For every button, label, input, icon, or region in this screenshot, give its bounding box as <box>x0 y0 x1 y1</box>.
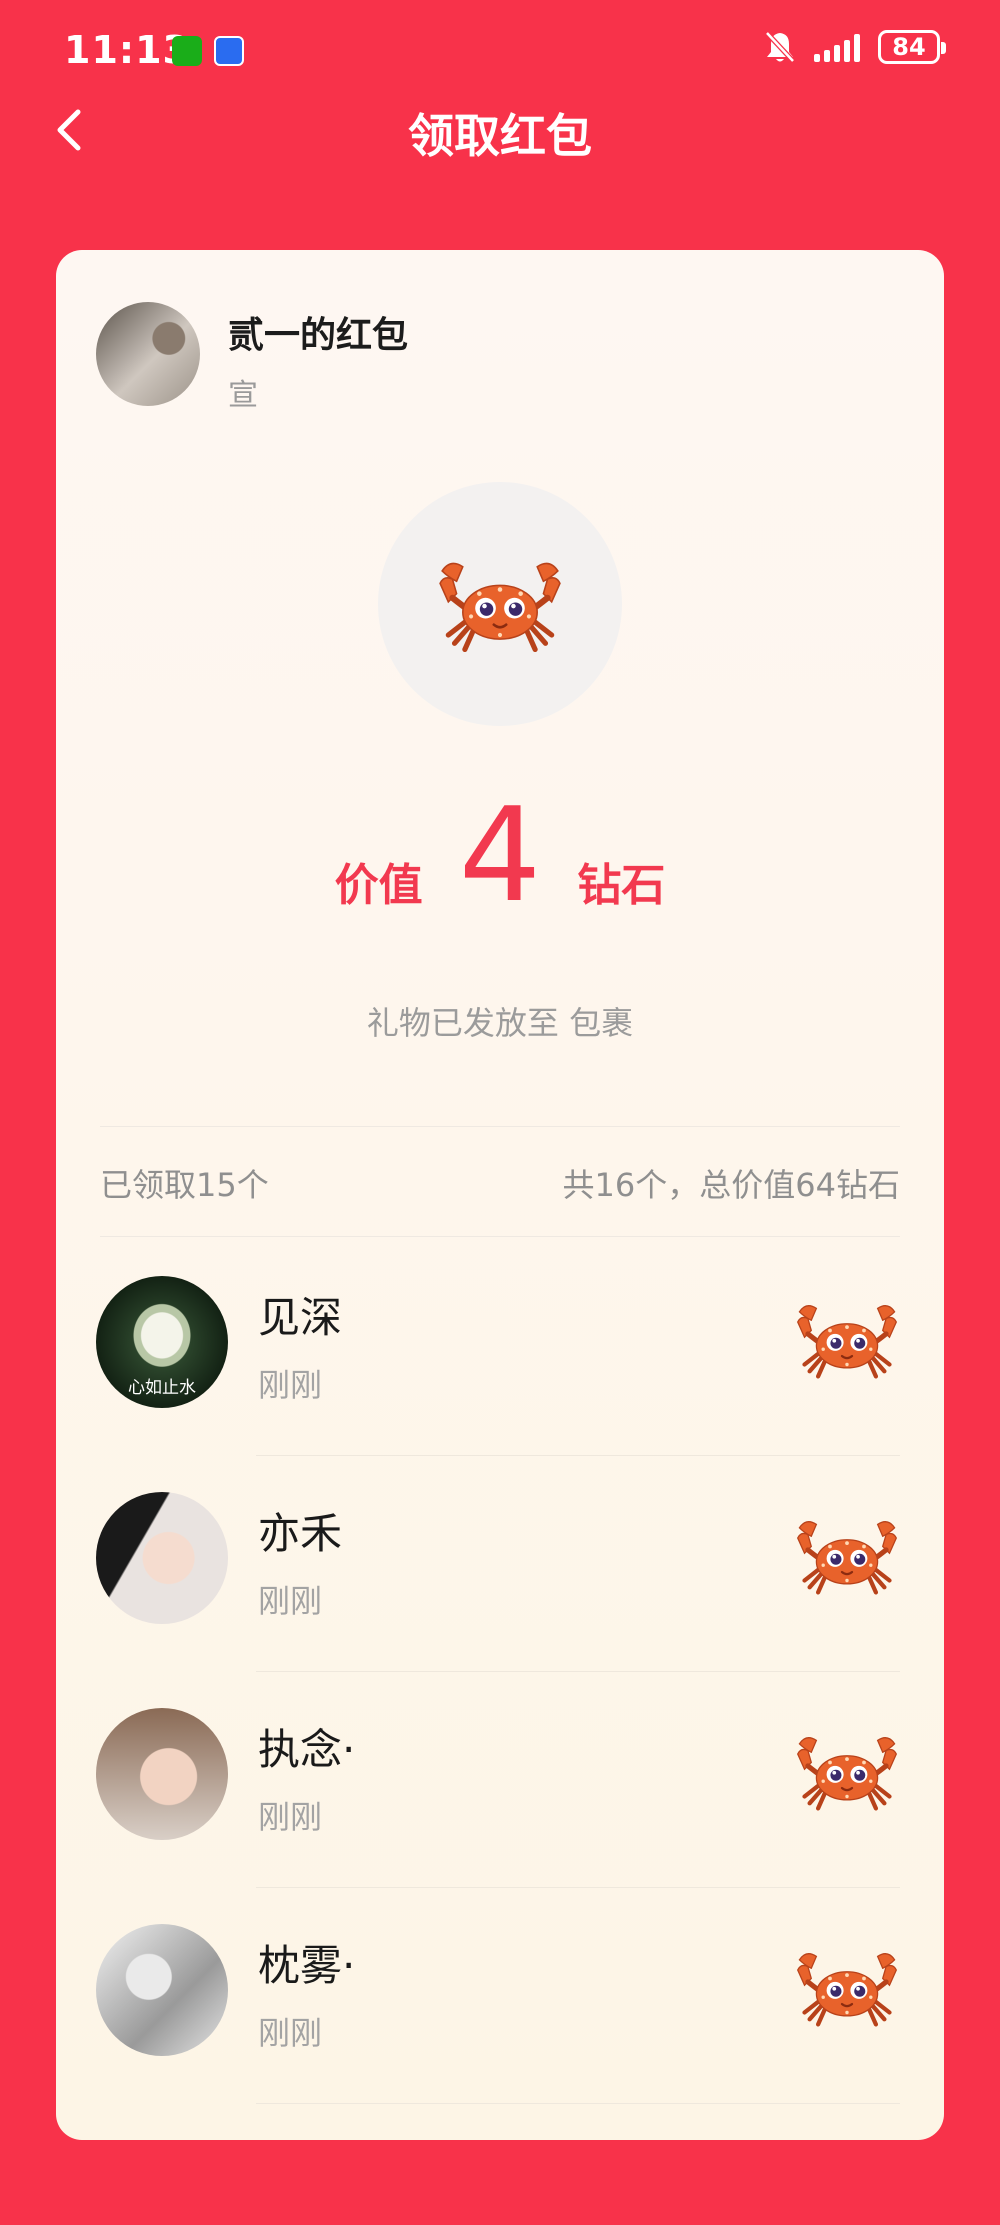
recipient-name: 见深 <box>258 1293 343 1342</box>
crab-icon <box>796 1944 898 2030</box>
app-notification-icon <box>214 36 244 66</box>
recipient-name: 枕雾· <box>258 1941 356 1990</box>
signal-icon <box>814 32 860 62</box>
sender-subtitle: 宣 <box>228 378 258 413</box>
value-number: 4 <box>458 779 542 931</box>
recipient-name: 执念· <box>258 1725 356 1774</box>
crab-icon <box>438 542 562 666</box>
value-prefix: 价值 <box>334 860 423 911</box>
status-bar: 11:13 84 <box>0 0 1000 100</box>
recipient-avatar[interactable] <box>96 1708 228 1840</box>
recipient-avatar[interactable] <box>96 1492 228 1624</box>
page-title: 领取红包 <box>408 109 592 163</box>
recipient-row[interactable]: 心如止水 见深 刚刚 <box>56 1240 944 1456</box>
delivery-note: 礼物已发放至 包裹 <box>366 1004 634 1042</box>
crab-icon <box>796 1512 898 1598</box>
sender-name: 贰一的红包 <box>228 315 409 356</box>
recipient-time: 刚刚 <box>258 2014 323 2052</box>
recipient-row[interactable]: 枕雾· 刚刚 <box>56 1888 944 2104</box>
crab-icon <box>796 1728 898 1814</box>
divider <box>100 1236 900 1237</box>
recipient-avatar[interactable]: 心如止水 <box>96 1276 228 1408</box>
recipient-row[interactable]: 亦禾 刚刚 <box>56 1456 944 1672</box>
gift-image-circle <box>378 482 622 726</box>
value-unit: 钻石 <box>577 860 666 911</box>
recipient-avatar[interactable] <box>96 1924 228 2056</box>
red-packet-card: 贰一的红包 宣 价值 4 钻石 礼物已发放至 包裹 已领取15个 共16个，总价… <box>56 250 944 2140</box>
battery-indicator: 84 <box>878 30 946 64</box>
bell-off-icon <box>765 31 795 63</box>
crab-icon <box>796 1296 898 1382</box>
claimed-count: 已领取15个 <box>100 1166 269 1204</box>
recipient-time: 刚刚 <box>258 1582 323 1620</box>
recipient-name: 亦禾 <box>258 1509 343 1558</box>
recipient-row[interactable]: 执念· 刚刚 <box>56 1672 944 1888</box>
wechat-notification-icon <box>172 36 202 66</box>
gift-value: 价值 4 钻石 <box>56 790 944 920</box>
recipient-time: 刚刚 <box>258 1798 323 1836</box>
divider <box>100 1126 900 1127</box>
sender-avatar[interactable] <box>96 302 200 406</box>
total-summary: 共16个，总价值64钻石 <box>562 1166 900 1204</box>
row-divider <box>256 2103 900 2104</box>
recipient-time: 刚刚 <box>258 1366 323 1404</box>
nav-bar: 领取红包 <box>0 90 1000 170</box>
avatar-caption: 心如止水 <box>128 1378 196 1398</box>
